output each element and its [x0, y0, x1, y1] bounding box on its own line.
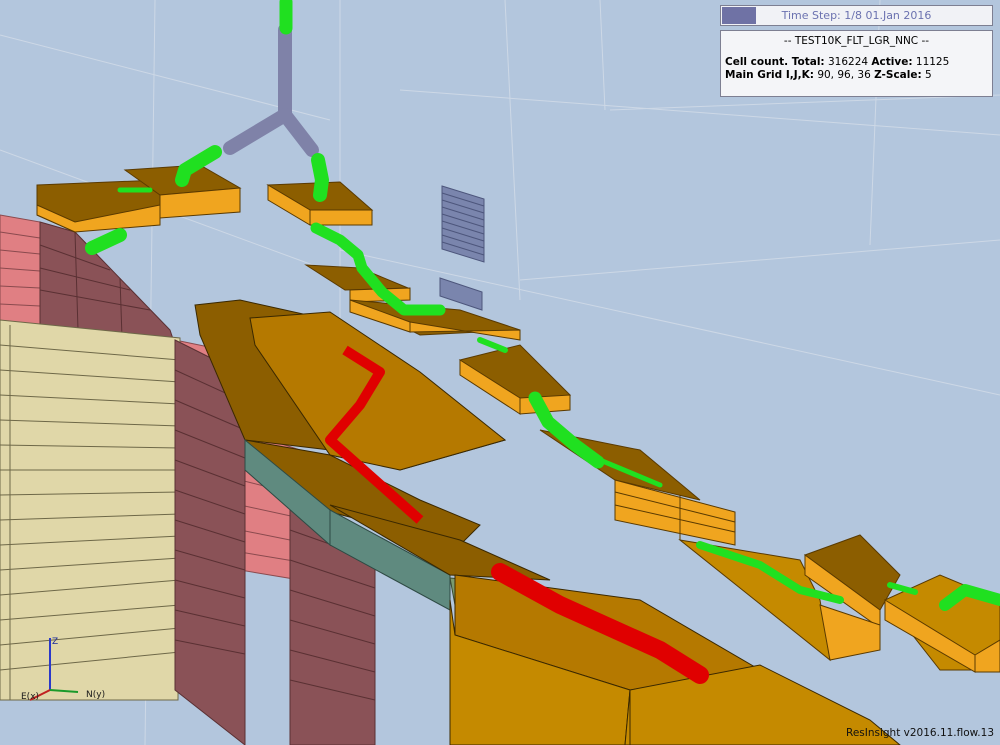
active-label: Active:	[871, 56, 913, 68]
info-box: -- TEST10K_FLT_LGR_NNC -- Cell count. To…	[720, 30, 993, 97]
version-label: ResInsight v2016.11.flow.13	[846, 727, 994, 739]
cell-count-label: Cell count. Total:	[725, 56, 825, 68]
grid-dims-value: 90, 96, 36	[817, 69, 871, 81]
well-trunk	[223, 23, 319, 157]
grid-row: Main Grid I,J,K: 90, 96, 36 Z-Scale: 5	[725, 69, 988, 82]
zscale-value: 5	[925, 69, 932, 81]
axis-y-label: N(y)	[86, 690, 105, 700]
blue-cell-column	[439, 185, 485, 311]
timestep-slider[interactable]: Time Step: 1/8 01.Jan 2016	[720, 5, 993, 26]
cell-count-row: Cell count. Total: 316224 Active: 11125	[725, 56, 988, 69]
zscale-label: Z-Scale:	[874, 69, 922, 81]
3d-viewport[interactable]: Z E(x) N(y)	[0, 0, 1000, 745]
axis-z-label: Z	[52, 637, 58, 647]
timestep-label: Time Step: 1/8 01.Jan 2016	[781, 9, 932, 22]
grid-label: Main Grid I,J,K:	[725, 69, 814, 81]
case-name: -- TEST10K_FLT_LGR_NNC --	[783, 35, 930, 47]
beige-cell-block	[0, 319, 181, 701]
axis-x-label: E(x)	[21, 692, 39, 702]
cell-total-value: 316224	[827, 56, 869, 68]
active-count-value: 11125	[915, 56, 950, 68]
